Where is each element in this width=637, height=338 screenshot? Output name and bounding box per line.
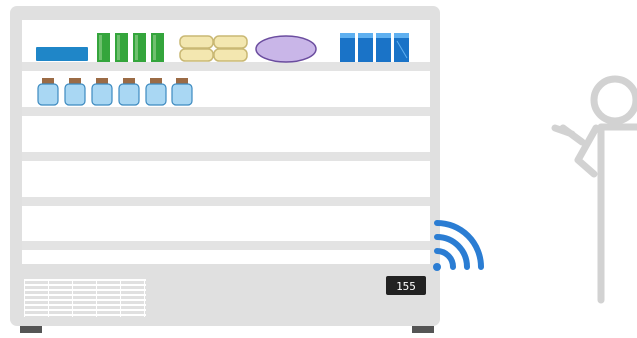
shelf-1	[22, 62, 430, 71]
vent-slot	[24, 314, 146, 316]
wifi-dot	[433, 263, 441, 271]
vent-slot	[24, 294, 146, 296]
carton-top	[376, 33, 391, 38]
green-pack	[133, 33, 146, 62]
tan-box	[179, 48, 214, 62]
vent-divider	[72, 279, 73, 317]
display-fridge: 155	[10, 6, 440, 333]
temperature-display: 155	[386, 276, 426, 295]
person-body	[574, 123, 637, 224]
green-pack-highlight	[153, 35, 156, 60]
tan-box	[179, 35, 214, 49]
scene-svg: 155	[10, 6, 637, 333]
green-pack-highlight	[135, 35, 138, 60]
shelf-2	[22, 107, 430, 116]
green-pack	[97, 33, 110, 62]
person-with-tablet-icon	[551, 75, 637, 304]
vent-divider	[96, 279, 97, 317]
vent-divider	[48, 279, 49, 317]
fridge-iot-scene: 155	[0, 0, 637, 338]
shelf-3	[22, 152, 430, 161]
vent-slot	[24, 304, 146, 306]
carton-top	[358, 33, 373, 38]
vent-divider	[24, 279, 25, 317]
wifi-signal-icon	[433, 220, 484, 271]
tablet	[551, 124, 586, 146]
carton-top	[394, 33, 409, 38]
shelf-4	[22, 197, 430, 206]
vent-slot	[24, 289, 146, 291]
vent-slot	[24, 299, 146, 301]
display-readout: 155	[396, 280, 416, 293]
green-pack	[151, 33, 164, 62]
vent-slot	[24, 309, 146, 311]
vent-slot	[24, 284, 146, 286]
person-head	[590, 75, 637, 125]
vent-divider	[120, 279, 121, 317]
carton-top	[340, 33, 355, 38]
green-pack	[115, 33, 128, 62]
blue-box-product	[36, 47, 88, 61]
lavender-oval-product	[255, 35, 317, 63]
tan-box	[213, 35, 248, 49]
fridge-foot-left	[20, 326, 42, 333]
shelf-5	[22, 241, 430, 250]
vent-slot	[24, 279, 146, 281]
vent-divider	[144, 279, 145, 317]
tan-box	[213, 48, 248, 62]
fridge-foot-right	[412, 326, 434, 333]
green-pack-highlight	[99, 35, 102, 60]
green-pack-highlight	[117, 35, 120, 60]
